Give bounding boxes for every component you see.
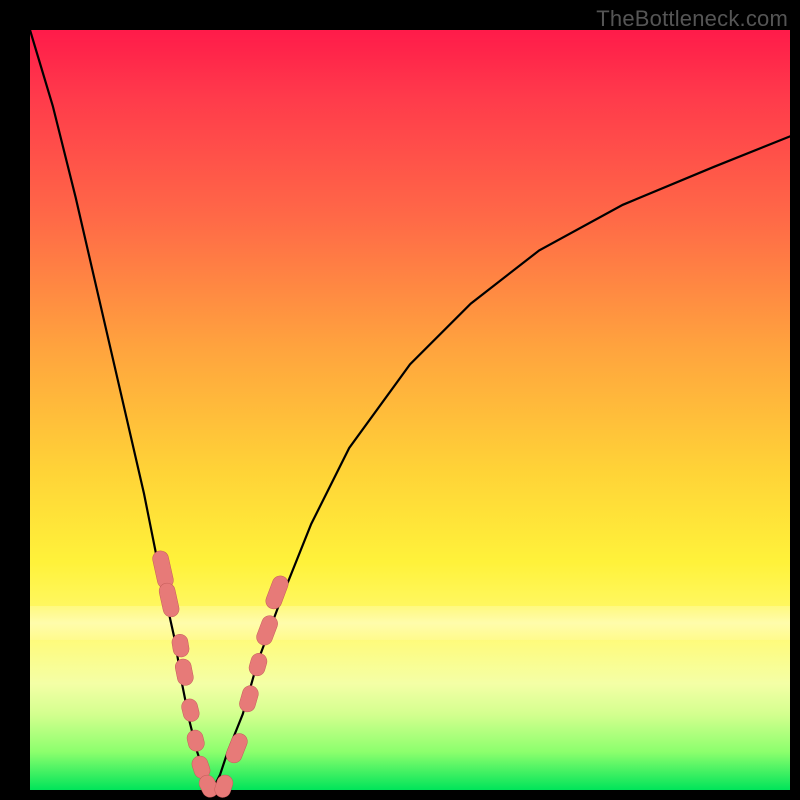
curve-marker — [213, 773, 235, 800]
curve-marker — [263, 574, 290, 612]
bottleneck-curve — [30, 30, 790, 790]
curve-marker — [247, 651, 269, 677]
curve-marker — [151, 549, 175, 590]
watermark-text: TheBottleneck.com — [596, 6, 788, 32]
curve-marker — [180, 697, 201, 723]
curve-marker — [158, 582, 181, 619]
curve-markers — [151, 549, 290, 800]
curve-marker — [185, 728, 206, 753]
curve-marker — [254, 613, 280, 647]
chart-frame: TheBottleneck.com — [0, 0, 800, 800]
curve-marker — [224, 731, 250, 765]
curve-marker — [238, 684, 261, 714]
curve-marker — [174, 658, 195, 687]
curve-layer — [30, 30, 790, 790]
plot-area — [30, 30, 790, 790]
